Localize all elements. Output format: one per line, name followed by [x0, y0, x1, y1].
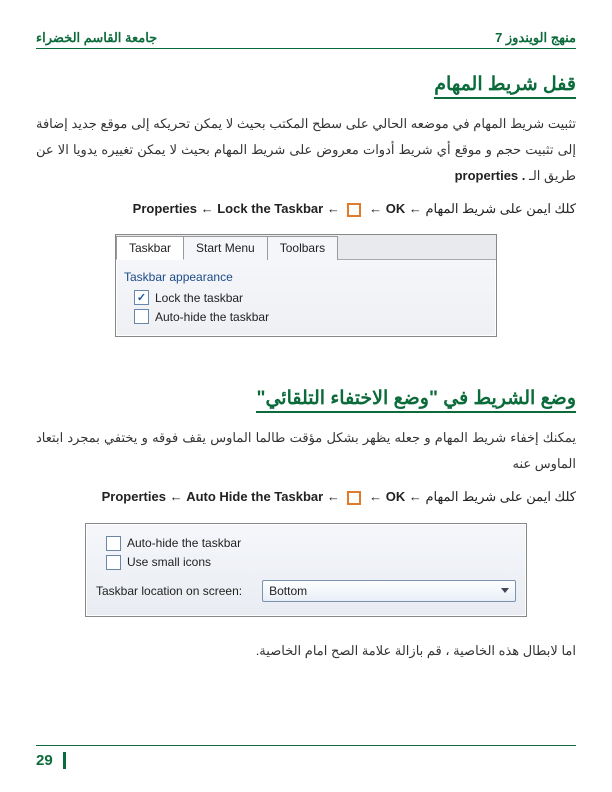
- page-header: جامعة القاسم الخضراء منهج الويندوز 7: [36, 30, 576, 49]
- section2-paragraph: يمكنك إخفاء شريط المهام و جعله يظهر بشكل…: [36, 425, 576, 477]
- checkbox-icon[interactable]: [134, 290, 149, 305]
- page-footer: 29: [36, 745, 576, 770]
- chevron-down-icon: [501, 588, 509, 593]
- section1-steps: كلك ايمن على شريط المهام ← Properties ← …: [36, 197, 576, 220]
- section2-note: اما لابطال هذه الخاصية ، قم بازالة علامة…: [36, 643, 576, 659]
- section2-steps: كلك ايمن على شريط المهام ← Properties ← …: [36, 485, 576, 508]
- taskbar-location-select[interactable]: Bottom: [262, 580, 516, 602]
- taskbar-location-label: Taskbar location on screen:: [96, 584, 242, 598]
- section1-paragraph: تثبيت شريط المهام في موضعه الحالي على سط…: [36, 111, 576, 189]
- checkbox-smallicons-row[interactable]: Use small icons: [106, 555, 516, 570]
- header-right: منهج الويندوز 7: [495, 30, 576, 46]
- checkbox-icon[interactable]: [106, 536, 121, 551]
- checkbox-icon: [347, 203, 361, 217]
- page-number: 29: [36, 752, 66, 769]
- tab-toolbars[interactable]: Toolbars: [267, 236, 338, 260]
- properties-tabs: Taskbar Start Menu Toolbars: [116, 235, 496, 260]
- checkbox-icon[interactable]: [106, 555, 121, 570]
- checkbox-icon[interactable]: [134, 309, 149, 324]
- checkbox-autohide-row[interactable]: Auto-hide the taskbar: [134, 309, 488, 324]
- tab-taskbar[interactable]: Taskbar: [116, 236, 184, 260]
- group-taskbar-appearance: Taskbar appearance: [124, 270, 488, 284]
- checkbox-icon: [347, 491, 361, 505]
- screenshot-autohide: Auto-hide the taskbar Use small icons Ta…: [85, 523, 527, 617]
- tab-startmenu[interactable]: Start Menu: [183, 236, 268, 260]
- checkbox-autohide2-row[interactable]: Auto-hide the taskbar: [106, 536, 516, 551]
- header-left: جامعة القاسم الخضراء: [36, 30, 157, 46]
- screenshot-taskbar-properties: Taskbar Start Menu Toolbars Taskbar appe…: [115, 234, 497, 337]
- checkbox-lock-taskbar-row[interactable]: Lock the taskbar: [134, 290, 488, 305]
- section1-title: قفل شريط المهام: [434, 73, 576, 99]
- section2-title: وضع الشريط في "وضع الاختفاء التلقائي": [256, 387, 576, 413]
